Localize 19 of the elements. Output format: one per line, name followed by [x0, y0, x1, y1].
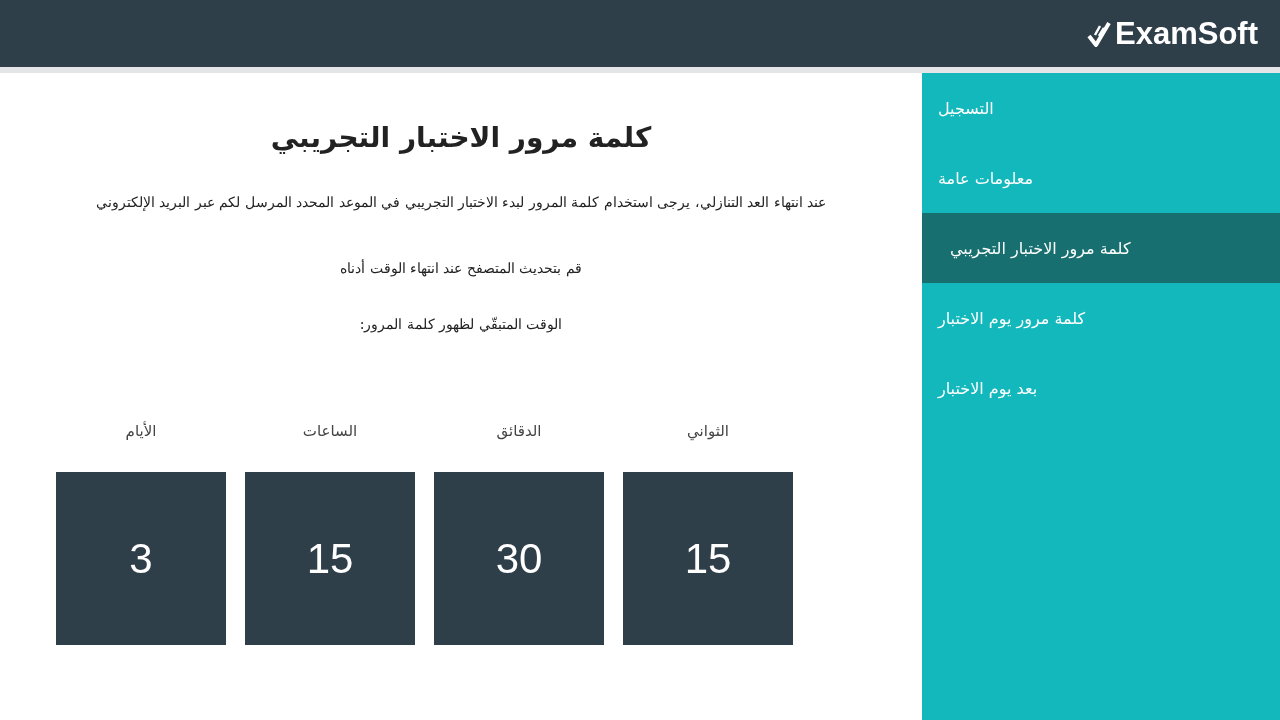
- sidebar-item[interactable]: التسجيل: [922, 73, 1280, 143]
- sidebar-item[interactable]: كلمة مرور يوم الاختبار: [922, 283, 1280, 353]
- sidebar-item[interactable]: بعد يوم الاختبار: [922, 353, 1280, 423]
- countdown-label: الأيام: [125, 422, 157, 440]
- logo-text: ExamSoft: [1115, 15, 1258, 52]
- countdown-tile: 3: [56, 472, 226, 645]
- sidebar-item[interactable]: كلمة مرور الاختبار التجريبي: [922, 213, 1280, 283]
- countdown-label: الثواني: [687, 422, 729, 440]
- instruction-text: عند انتهاء العد التنازلي، يرجى استخدام كلمة المرور لبدء الاختبار التجريبي في الموعد المحدد المرسل لكم عبر البريد الإلكتروني: [95, 194, 827, 210]
- checkmark-logo-icon: [1087, 19, 1111, 48]
- sidebar-item[interactable]: معلومات عامة: [922, 143, 1280, 213]
- countdown-tile: 15: [245, 472, 415, 645]
- countdown-tile: 30: [434, 472, 604, 645]
- countdown-label: الدقائق: [496, 422, 542, 440]
- countdown-label: الساعات: [302, 422, 358, 440]
- instruction-text: قم بتحديث المتصفح عند انتهاء الوقت أدناه: [340, 260, 582, 276]
- instruction-text: الوقت المتبقّي لظهور كلمة المرور:: [359, 316, 563, 332]
- countdown-tile: 15: [623, 472, 793, 645]
- page-title: كلمة مرور الاختبار التجريبي: [270, 121, 652, 154]
